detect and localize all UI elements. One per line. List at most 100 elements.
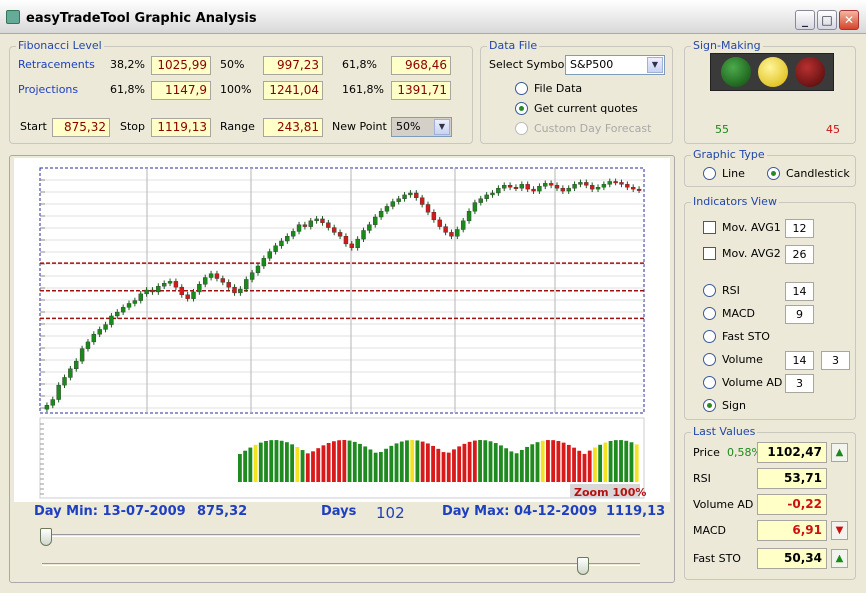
rsi-radio[interactable] [703,284,716,297]
volume-bar [405,440,409,482]
candle [548,183,554,186]
volume-bar [290,444,295,482]
volume-bar [368,449,373,482]
candle [103,324,108,330]
stop-slider-thumb[interactable] [577,557,589,575]
candle [273,245,278,252]
candle [226,282,231,288]
fast-sto-radio[interactable] [703,330,716,343]
candle [507,185,513,188]
volume-input[interactable]: 14 [785,351,814,370]
start-slider-thumb[interactable] [40,528,52,546]
day-min-label: Day Min: 13-07-2009 [34,504,186,519]
candle [408,192,413,196]
volume-bar [253,444,258,482]
line-radio[interactable] [703,167,716,180]
close-button[interactable]: ✕ [839,10,859,30]
mov-avg2-input[interactable]: 26 [785,245,814,264]
stop-slider-track[interactable] [42,563,640,566]
volume-bar [593,447,597,482]
candle [396,198,401,202]
volume-bar [467,441,472,482]
candle [44,405,50,410]
candle [466,211,472,222]
candle [138,293,143,301]
candle [455,229,460,237]
volume-bar [269,440,274,482]
volume-ad-input[interactable]: 3 [785,374,814,393]
maximize-button[interactable]: □ [817,10,837,30]
candlestick-radio[interactable] [767,167,780,180]
chevron-down-icon[interactable]: ▼ [434,119,450,135]
retr-pct-3: 61,8% [342,58,377,71]
candle [414,192,419,198]
retr-value-3: 968,46 [391,56,451,75]
sign-radio[interactable] [703,399,716,412]
volume-bar [634,444,639,482]
rsi-input[interactable]: 14 [785,282,814,301]
volume-bar [311,451,315,482]
candle [378,211,384,218]
sign-label: Sign [722,399,746,412]
volume-ad-value-label: Volume AD [693,498,754,511]
volume-bar [274,440,279,482]
volume-bar [248,447,253,482]
candle [232,286,237,294]
mov-avg1-checkbox[interactable] [703,221,716,234]
fast-sto-label: Fast STO [722,330,770,343]
file-data-label: File Data [534,82,583,95]
current-quotes-radio[interactable] [515,102,528,115]
candle [513,187,519,189]
mov-avg1-input[interactable]: 12 [785,219,814,238]
volume-bar [504,448,509,482]
macd-radio[interactable] [703,307,716,320]
volume-input-2[interactable]: 3 [821,351,850,370]
candle [560,187,566,192]
chevron-down-icon[interactable]: ▼ [647,57,663,73]
volume-ad-radio[interactable] [703,376,716,389]
candle [419,197,425,205]
minimize-button[interactable]: _ [795,10,815,30]
volume-bar [326,442,331,482]
volume-bar [347,440,352,482]
candle [472,202,478,212]
start-label: Start [20,120,47,133]
stop-label: Stop [120,120,146,133]
start-slider-track[interactable] [42,534,640,537]
proj-value-1: 1147,9 [151,81,211,100]
candle [566,187,571,192]
candle [531,188,536,192]
symbol-select[interactable]: S&P500 ▼ [565,55,665,75]
candle [431,211,437,221]
volume-bar [378,451,383,482]
candle [161,283,167,287]
mov-avg2-checkbox[interactable] [703,247,716,260]
candle [167,281,173,284]
candle [50,399,55,406]
day-max-label: Day Max: 04-12-2009 [442,504,598,519]
select-symbol-label: Select Symbol [489,58,568,71]
volume-bar [316,448,321,482]
candle [361,230,366,240]
candle [502,185,507,189]
candle [255,265,261,273]
volume-bar [373,452,378,482]
volume-bar [582,453,587,482]
candle [584,182,589,186]
candle [384,206,390,212]
volume-bar [514,453,519,482]
macd-input[interactable]: 9 [785,305,814,324]
candle [625,184,630,188]
retracements-link[interactable]: Retracements [18,58,95,72]
file-data-radio[interactable] [515,82,528,95]
day-max-value: 1119,13 [606,504,666,519]
volume-bar [358,443,362,482]
volume-radio[interactable] [703,353,716,366]
candle [631,187,636,190]
custom-forecast-label: Custom Day Forecast [534,122,652,135]
candle [126,303,132,308]
candle [62,377,67,386]
projections-link[interactable]: Projections [18,83,78,97]
new-point-select[interactable]: 50% ▼ [391,117,452,137]
volume-bar [425,443,430,482]
